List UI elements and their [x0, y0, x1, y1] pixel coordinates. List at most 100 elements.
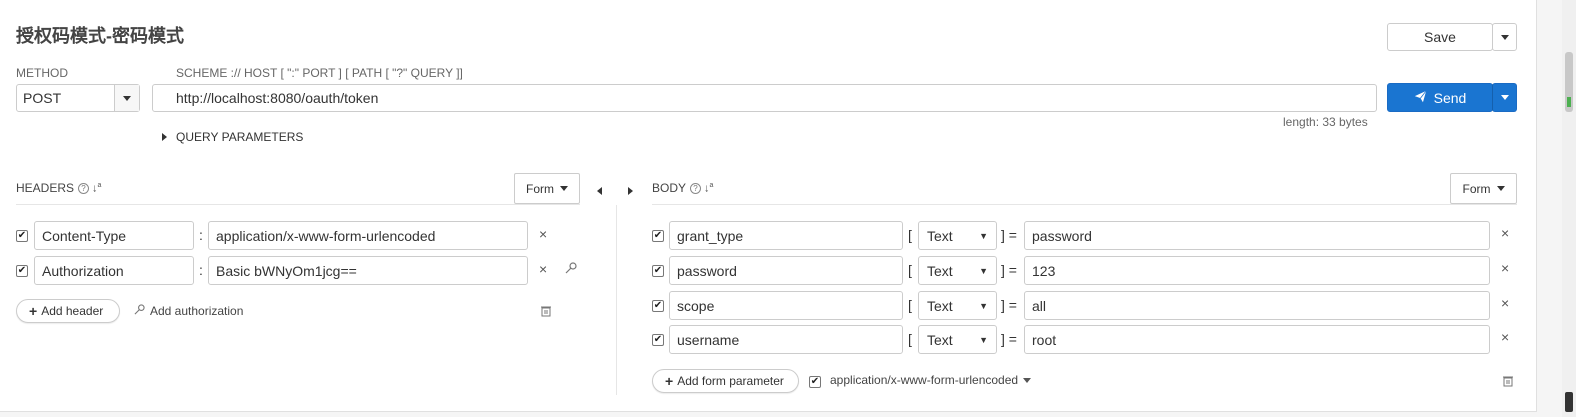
- add-form-parameter-button[interactable]: + Add form parameter: [652, 369, 799, 393]
- add-authorization-link[interactable]: Add authorization: [134, 304, 243, 318]
- url-value: http://localhost:8080/oauth/token: [176, 90, 379, 106]
- key-icon[interactable]: [565, 262, 577, 277]
- body-value-text: all: [1032, 297, 1047, 314]
- body-type-select[interactable]: Text ▼: [918, 221, 997, 250]
- question-circle-icon[interactable]: ?: [690, 182, 702, 194]
- content-type-label: application/x-www-form-urlencoded: [830, 373, 1019, 387]
- url-length: length: 33 bytes: [1283, 115, 1368, 129]
- chevron-down-icon: [123, 95, 131, 101]
- paper-plane-icon: [1414, 90, 1427, 106]
- chevron-down-icon: ▼: [979, 230, 988, 241]
- headers-divider: [16, 204, 580, 205]
- times-icon[interactable]: ×: [539, 226, 547, 242]
- times-icon[interactable]: ×: [1501, 295, 1509, 311]
- body-type-select[interactable]: Text ▼: [918, 325, 997, 354]
- times-icon[interactable]: ×: [1501, 329, 1509, 345]
- save-dropdown-button[interactable]: [1492, 23, 1517, 51]
- body-title-text: BODY: [652, 181, 687, 195]
- method-dropdown-toggle[interactable]: [114, 85, 139, 111]
- add-header-label: Add header: [41, 304, 104, 318]
- body-key-text: username: [677, 331, 740, 348]
- body-key-input[interactable]: password: [669, 256, 903, 285]
- body-key-input[interactable]: scope: [669, 291, 903, 320]
- method-label: METHOD: [16, 66, 68, 80]
- times-icon[interactable]: ×: [1501, 260, 1509, 276]
- url-input[interactable]: http://localhost:8080/oauth/token: [152, 84, 1377, 112]
- query-parameters-toggle[interactable]: QUERY PARAMETERS: [162, 130, 303, 144]
- times-icon[interactable]: ×: [1501, 225, 1509, 241]
- add-header-button[interactable]: + Add header: [16, 299, 120, 323]
- vertical-scrollbar[interactable]: [1562, 0, 1576, 417]
- body-row-checkbox[interactable]: ✔: [652, 300, 664, 312]
- body-value-input[interactable]: all: [1024, 291, 1490, 320]
- body-type-text: Text: [927, 262, 953, 279]
- body-value-input[interactable]: password: [1024, 221, 1490, 250]
- header-key-input[interactable]: Authorization: [34, 256, 194, 285]
- panel-splitter[interactable]: [616, 205, 617, 395]
- header-key-input[interactable]: Content-Type: [34, 221, 194, 250]
- trash-icon[interactable]: [1503, 375, 1513, 390]
- body-type-text: Text: [927, 331, 953, 348]
- bracket-close-equals: ] =: [1001, 262, 1017, 278]
- collapse-left-button[interactable]: [597, 183, 602, 198]
- plus-icon: +: [29, 303, 38, 319]
- body-key-input[interactable]: grant_type: [669, 221, 903, 250]
- key-icon: [134, 304, 145, 318]
- bracket-close-equals: ] =: [1001, 331, 1017, 347]
- body-type-select[interactable]: Text ▼: [918, 256, 997, 285]
- add-form-parameter-label: Add form parameter: [677, 374, 784, 388]
- body-row-checkbox[interactable]: ✔: [652, 230, 664, 242]
- content-type-dropdown[interactable]: application/x-www-form-urlencoded: [830, 373, 1032, 387]
- body-row-checkbox[interactable]: ✔: [652, 265, 664, 277]
- save-button[interactable]: Save: [1387, 23, 1493, 51]
- header-colon: :: [199, 262, 203, 278]
- body-key-input[interactable]: username: [669, 325, 903, 354]
- body-type-select[interactable]: Text ▼: [918, 291, 997, 320]
- header-value-input[interactable]: Basic bWNyOm1jcg==: [208, 256, 528, 285]
- bracket-close-equals: ] =: [1001, 297, 1017, 313]
- question-circle-icon[interactable]: ?: [78, 182, 90, 194]
- header-colon: :: [199, 227, 203, 243]
- header-row-checkbox[interactable]: ✔: [16, 265, 28, 277]
- body-row-checkbox[interactable]: ✔: [652, 334, 664, 346]
- content-type-checkbox[interactable]: ✔: [809, 376, 821, 388]
- body-mode-label: Form: [1462, 181, 1491, 196]
- body-mode-dropdown[interactable]: Form: [1450, 173, 1517, 204]
- sort-icon[interactable]: ↓a: [704, 182, 713, 195]
- header-value-text: Basic bWNyOm1jcg==: [216, 262, 357, 279]
- request-title: 授权码模式-密码模式: [16, 26, 184, 46]
- body-type-text: Text: [927, 227, 953, 244]
- body-value-input[interactable]: root: [1024, 325, 1490, 354]
- send-label: Send: [1433, 89, 1467, 106]
- chevron-down-icon: [560, 186, 568, 191]
- bracket-open: [: [908, 227, 912, 243]
- times-icon[interactable]: ×: [539, 261, 547, 277]
- chevron-down-icon: [1496, 186, 1505, 191]
- bracket-close-equals: ] =: [1001, 227, 1017, 243]
- method-value: POST: [23, 90, 62, 106]
- body-type-text: Text: [927, 297, 953, 314]
- bracket-open: [: [908, 297, 912, 313]
- save-label: Save: [1424, 29, 1456, 45]
- scrollbar-thumb-bottom[interactable]: [1565, 392, 1573, 412]
- body-value-input[interactable]: 123: [1024, 256, 1490, 285]
- bracket-open: [: [908, 331, 912, 347]
- header-value-input[interactable]: application/x-www-form-urlencoded: [208, 221, 528, 250]
- collapse-right-button[interactable]: [628, 183, 633, 198]
- body-key-text: scope: [677, 297, 715, 314]
- body-divider: [652, 204, 1517, 205]
- send-dropdown-button[interactable]: [1492, 83, 1517, 112]
- header-row-checkbox[interactable]: ✔: [16, 230, 28, 242]
- request-panel: 授权码模式-密码模式 Save METHOD POST SCHEME :// H…: [0, 0, 1537, 412]
- sort-icon[interactable]: ↓a: [92, 182, 101, 195]
- headers-mode-label: Form: [526, 181, 554, 196]
- add-authorization-label: Add authorization: [150, 304, 244, 318]
- trash-icon[interactable]: [541, 305, 551, 320]
- url-format-hint: SCHEME :// HOST [ ":" PORT ] [ PATH [ "?…: [176, 66, 463, 80]
- headers-mode-dropdown[interactable]: Form: [514, 173, 580, 204]
- body-value-text: password: [1032, 227, 1092, 244]
- body-key-text: grant_type: [677, 227, 744, 244]
- query-parameters-label: QUERY PARAMETERS: [176, 130, 304, 144]
- headers-title: HEADERS ? ↓a: [16, 181, 101, 195]
- send-button[interactable]: Send: [1387, 83, 1493, 112]
